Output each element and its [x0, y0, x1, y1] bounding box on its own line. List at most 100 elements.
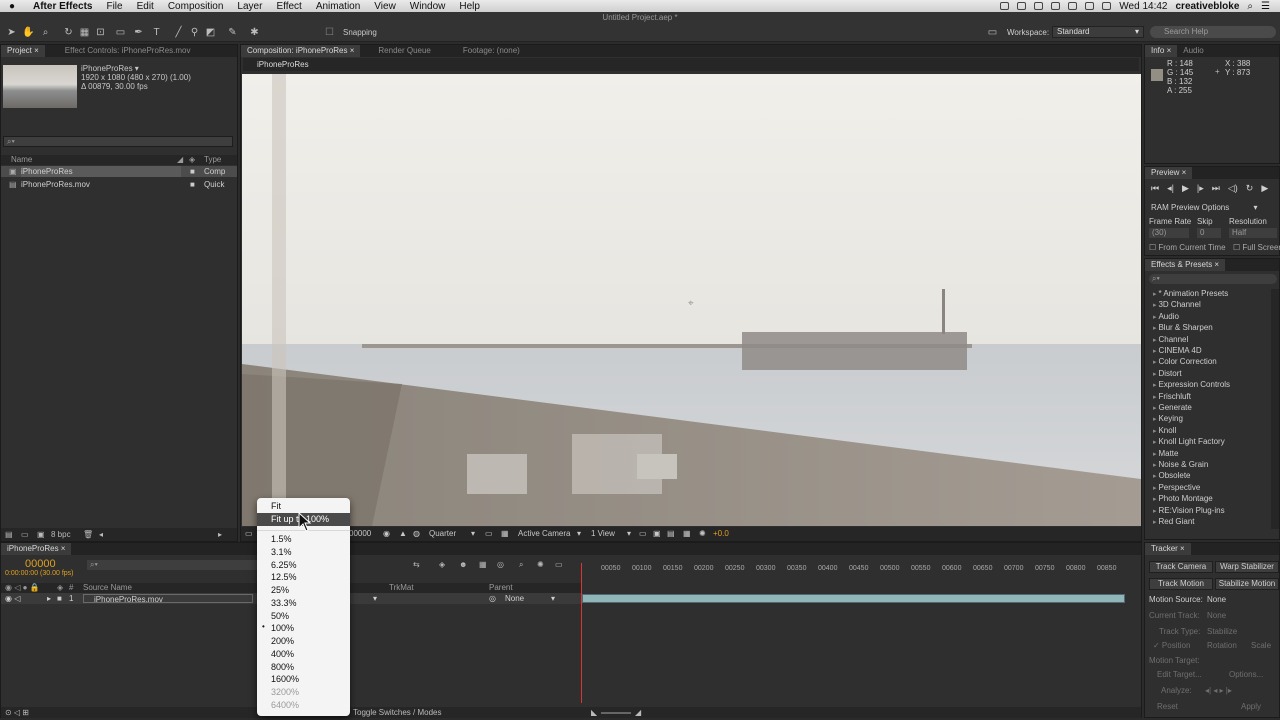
label-color-icon[interactable]: ■ — [57, 593, 62, 604]
trash-icon[interactable]: 🗑 — [83, 528, 93, 541]
adjust-icon[interactable]: ▭ — [555, 560, 563, 569]
loop-icon[interactable]: ↻ — [1246, 183, 1254, 194]
show-snapshot-icon[interactable]: ▲ — [399, 527, 407, 541]
zoom-option-3-1[interactable]: 3.1% — [271, 546, 292, 559]
tab-footage[interactable]: Footage: (none) — [457, 45, 526, 57]
effects-category[interactable]: Noise & Grain — [1153, 460, 1208, 469]
layer-parent[interactable]: None — [505, 593, 524, 604]
track-type-select[interactable]: Stabilize — [1207, 627, 1237, 636]
tab-tracker[interactable]: Tracker × — [1145, 543, 1191, 555]
zoom-out-icon[interactable]: ◣ — [591, 707, 597, 718]
always-preview-icon[interactable]: ▭ — [245, 527, 253, 541]
notification-icon[interactable]: ☰ — [1261, 1, 1270, 12]
battery-icon[interactable] — [1102, 2, 1112, 10]
rotation-checkbox[interactable]: Rotation — [1207, 641, 1237, 650]
zoom-option-1600[interactable]: 1600% — [271, 673, 299, 686]
previous-frame-icon[interactable]: ◂| — [1167, 183, 1174, 194]
mute-icon[interactable]: ◁) — [1228, 183, 1238, 194]
roto-brush-tool-icon[interactable]: ✎ — [226, 26, 239, 39]
effects-category[interactable]: Blur & Sharpen — [1153, 323, 1212, 332]
tab-effects-presets[interactable]: Effects & Presets × — [1145, 259, 1226, 271]
label-icon[interactable]: ◈ — [189, 155, 195, 165]
clock[interactable]: Wed 14:42 — [1119, 1, 1167, 12]
project-search-input[interactable]: ⌕▾ — [3, 136, 233, 147]
zoom-option-1-5[interactable]: 1.5% — [271, 533, 292, 546]
snapping-checkbox[interactable]: ☐ — [323, 26, 336, 39]
resolution-select[interactable]: Quarter — [429, 527, 456, 541]
graph-editor-icon[interactable]: ⌕ — [519, 560, 523, 570]
menu-file[interactable]: File — [106, 1, 122, 12]
timeline-icon[interactable]: ▤ — [667, 527, 675, 541]
chevron-down-icon[interactable]: ▾ — [373, 593, 377, 604]
eraser-tool-icon[interactable]: ◩ — [204, 26, 217, 39]
tab-info[interactable]: Info × — [1145, 45, 1178, 57]
menu-effect[interactable]: Effect — [276, 1, 301, 12]
menu-layer[interactable]: Layer — [237, 1, 262, 12]
time-ruler[interactable]: 00050 00100 00150 00200 00250 00300 00350 00400… — [581, 565, 1126, 581]
rotate-tool-icon[interactable]: ↻ — [62, 26, 75, 39]
toggle-pixel-aspect-icon[interactable]: ▭ — [639, 527, 647, 541]
mask-tool-icon[interactable]: ▭ — [114, 26, 127, 39]
exposure-icon[interactable]: ✺ — [699, 527, 706, 541]
analyze-controls-icon[interactable]: ◂| ◂ ▸ |▸ — [1205, 686, 1232, 695]
warp-stabilizer-button[interactable]: Warp Stabilizer — [1215, 561, 1279, 573]
view-layout-select[interactable]: 1 View — [591, 527, 615, 541]
clone-stamp-tool-icon[interactable]: ⚲ — [188, 26, 201, 39]
type-tool-icon[interactable]: T — [150, 26, 163, 39]
zoom-option-33-3[interactable]: 33.3% — [271, 597, 297, 610]
effects-search-input[interactable]: ⌕▾ — [1149, 274, 1277, 284]
channel-icon[interactable]: ◍ — [413, 527, 420, 541]
track-motion-button[interactable]: Track Motion — [1149, 578, 1213, 590]
flowchart-icon[interactable]: ▦ — [683, 527, 691, 541]
next-frame-icon[interactable]: |▸ — [1197, 183, 1204, 194]
resolution-select[interactable]: Half — [1229, 228, 1277, 238]
stabilize-motion-button[interactable]: Stabilize Motion — [1215, 578, 1279, 590]
spotlight-icon[interactable]: ⌕ — [1247, 1, 1253, 12]
snapshot-icon[interactable]: ◉ — [383, 527, 390, 541]
zoom-in-icon[interactable]: ◢ — [635, 707, 641, 718]
tab-preview[interactable]: Preview × — [1145, 167, 1193, 179]
ram-preview-options[interactable]: RAM Preview Options ▾ — [1151, 203, 1258, 212]
brainstorm-icon[interactable]: ✺ — [537, 560, 544, 569]
tab-composition[interactable]: Composition: iPhoneProRes × — [241, 45, 361, 57]
effects-category[interactable]: Audio — [1153, 312, 1178, 321]
track-camera-button[interactable]: Track Camera — [1149, 561, 1213, 573]
from-current-time-checkbox[interactable]: ☐ From Current Time — [1149, 243, 1226, 252]
layer-name[interactable]: iPhoneProRes.mov — [83, 594, 253, 604]
bluetooth-icon[interactable] — [1051, 2, 1061, 10]
motion-blur-icon[interactable]: ◎ — [497, 560, 504, 569]
options-button[interactable]: Options... — [1229, 670, 1263, 679]
project-row[interactable]: ▤ iPhoneProRes.mov ■ Quick — [1, 179, 237, 190]
zoom-tool-icon[interactable]: ⌕ — [39, 26, 52, 39]
zoom-option-100[interactable]: 100% — [271, 622, 294, 635]
scroll-left-icon[interactable]: ◂ — [99, 528, 103, 541]
timeline-search-input[interactable]: ⌕▾ — [87, 560, 257, 570]
footer-switches-icon[interactable]: ⊙ ◁ ⊞ — [5, 707, 29, 718]
motion-source-select[interactable]: None — [1207, 595, 1226, 604]
effects-category[interactable]: Color Correction — [1153, 357, 1216, 366]
sort-icon[interactable]: ◢ — [177, 155, 183, 165]
menu-edit[interactable]: Edit — [137, 1, 154, 12]
full-screen-checkbox[interactable]: ☐ Full Screen — [1233, 243, 1280, 252]
effects-category[interactable]: Distort — [1153, 369, 1181, 378]
effects-scrollbar[interactable] — [1271, 289, 1279, 529]
new-folder-icon[interactable]: ▭ — [21, 528, 29, 541]
dropbox-icon[interactable] — [1034, 2, 1044, 10]
status-icon[interactable] — [1000, 2, 1010, 10]
effects-category[interactable]: Keying — [1153, 414, 1182, 423]
tab-audio[interactable]: Audio — [1177, 45, 1209, 57]
ram-preview-icon[interactable]: ▶ — [1261, 183, 1268, 194]
zoom-slider[interactable] — [601, 712, 631, 714]
project-bpc[interactable]: 8 bpc — [51, 528, 71, 541]
effects-category[interactable]: Perspective — [1153, 483, 1200, 492]
effects-category[interactable]: Knoll — [1153, 426, 1176, 435]
scroll-right-icon[interactable]: ▸ — [218, 528, 222, 541]
user-name[interactable]: creativebloke — [1175, 1, 1239, 12]
puppet-tool-icon[interactable]: ✱ — [248, 26, 261, 39]
effects-category[interactable]: RE:Vision Plug-ins — [1153, 506, 1224, 515]
zoom-option-400[interactable]: 400% — [271, 648, 294, 661]
brush-tool-icon[interactable]: ╱ — [172, 26, 185, 39]
first-frame-icon[interactable]: ⏮ — [1151, 183, 1159, 194]
effects-category[interactable]: Matte — [1153, 449, 1178, 458]
menu-window[interactable]: Window — [410, 1, 446, 12]
